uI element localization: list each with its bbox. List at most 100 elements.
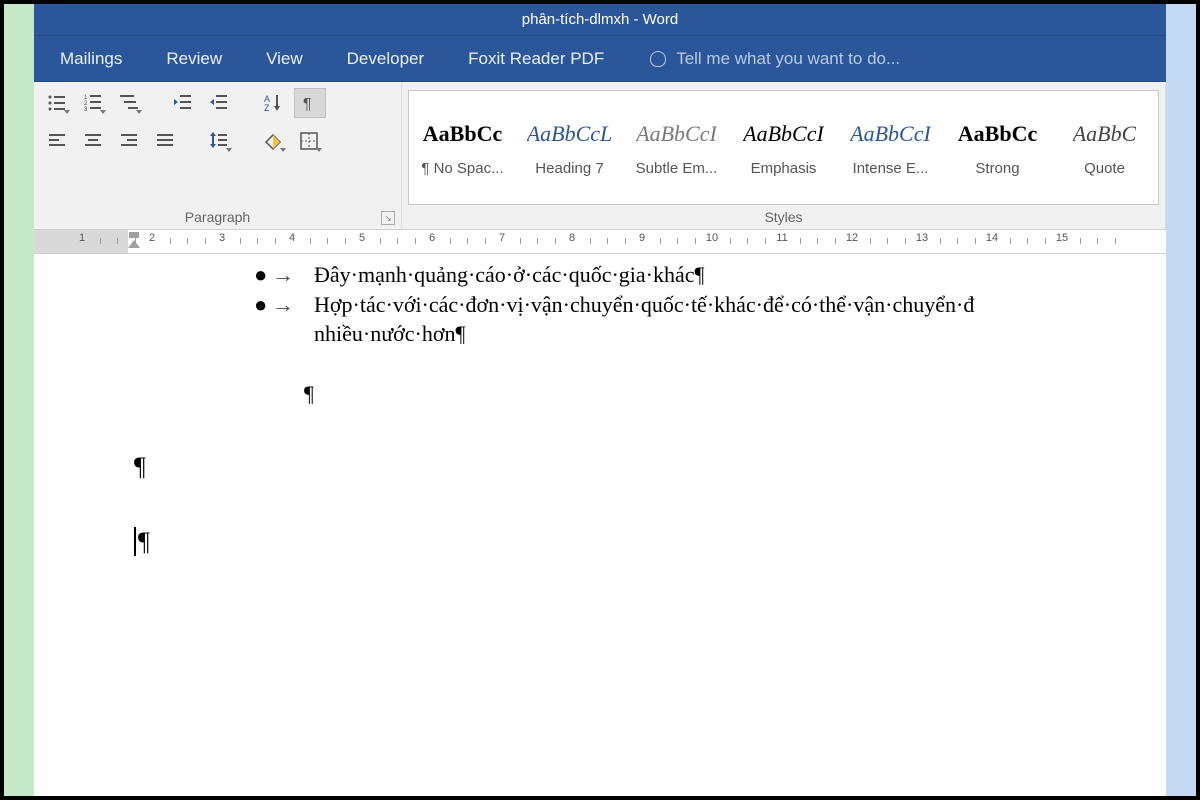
svg-text:3: 3 <box>84 107 88 113</box>
ruler-minor-tick <box>887 238 888 244</box>
tab-arrow-icon: → <box>272 260 294 290</box>
ruler-number: 14 <box>986 232 998 244</box>
multilevel-list-button[interactable] <box>114 88 144 118</box>
style-name: Quote <box>1084 160 1125 177</box>
ruler-minor-tick <box>257 238 258 244</box>
ruler-minor-tick <box>800 238 801 244</box>
ruler-minor-tick <box>450 238 451 244</box>
style-name: Intense E... <box>853 160 929 177</box>
blank-paragraph-1: ¶ <box>304 379 1166 409</box>
tab-mailings[interactable]: Mailings <box>38 36 144 81</box>
ruler-minor-tick <box>1097 238 1098 244</box>
ruler-number: 5 <box>359 232 365 244</box>
ruler-minor-tick <box>170 238 171 244</box>
align-left-button[interactable] <box>42 126 72 156</box>
tab-foxit-reader[interactable]: Foxit Reader PDF <box>446 36 626 81</box>
decrease-indent-button[interactable] <box>168 88 198 118</box>
ribbon-tab-bar: Mailings Review View Developer Foxit Rea… <box>34 36 1166 82</box>
ruler-minor-tick <box>275 238 276 244</box>
bullet-line-1: ● → Đây·mạnh·quảng·cáo·ở·các·quốc·gia·kh… <box>254 260 1166 290</box>
ruler-minor-tick <box>485 238 486 244</box>
line-spacing-button[interactable] <box>204 126 234 156</box>
ruler-minor-tick <box>905 238 906 244</box>
ribbon: 123 AZ <box>34 82 1166 230</box>
style-name: Heading 7 <box>535 160 603 177</box>
show-hide-paragraph-button[interactable]: ¶ <box>294 88 326 118</box>
outer-frame: phân-tích-dlmxh - Word Mailings Review V… <box>0 0 1200 800</box>
increase-indent-button[interactable] <box>204 88 234 118</box>
align-right-button[interactable] <box>114 126 144 156</box>
style-item-strong[interactable]: AaBbCcStrong <box>944 91 1051 204</box>
style-sample: AaBbCcI <box>743 118 824 150</box>
ruler-minor-tick <box>957 238 958 244</box>
ruler-minor-tick <box>117 238 118 244</box>
ruler-number: 10 <box>706 232 718 244</box>
ruler-minor-tick <box>187 238 188 244</box>
ruler-number: 9 <box>639 232 645 244</box>
word-app-window: phân-tích-dlmxh - Word Mailings Review V… <box>34 4 1166 796</box>
ruler-minor-tick <box>345 238 346 244</box>
group-label-styles: Styles <box>402 205 1165 229</box>
ruler-minor-tick <box>817 238 818 244</box>
tab-view[interactable]: View <box>244 36 325 81</box>
horizontal-ruler[interactable]: 123456789101112131415 <box>34 230 1166 254</box>
style-sample: AaBbCcI <box>636 118 717 150</box>
ruler-minor-tick <box>695 238 696 244</box>
style-item--no-spac-[interactable]: AaBbCc¶ No Spac... <box>409 91 516 204</box>
sort-button[interactable]: AZ <box>258 88 288 118</box>
ruler-number: 12 <box>846 232 858 244</box>
tell-me-search[interactable]: Tell me what you want to do... <box>626 49 900 69</box>
style-item-subtle-em-[interactable]: AaBbCcI Subtle Em... <box>623 91 730 204</box>
ruler-minor-tick <box>747 238 748 244</box>
tell-me-placeholder: Tell me what you want to do... <box>676 49 900 69</box>
ruler-minor-tick <box>240 238 241 244</box>
style-item-heading-7[interactable]: AaBbCcLHeading 7 <box>516 91 623 204</box>
bullet-line-2: ● → Hợp·tác·với·các·đơn·vị·vận·chuyển·qu… <box>254 290 1166 320</box>
ruler-minor-tick <box>590 238 591 244</box>
ruler-minor-tick <box>607 238 608 244</box>
hanging-indent-marker[interactable] <box>129 232 139 238</box>
paragraph-dialog-launcher[interactable]: ↘ <box>381 211 395 225</box>
tab-developer[interactable]: Developer <box>325 36 447 81</box>
ruler-minor-tick <box>1115 238 1116 244</box>
styles-gallery[interactable]: AaBbCc¶ No Spac...AaBbCcLHeading 7AaBbCc… <box>408 90 1159 205</box>
tab-review[interactable]: Review <box>144 36 244 81</box>
style-item-quote[interactable]: AaBbCQuote <box>1051 91 1158 204</box>
ruler-minor-tick <box>730 238 731 244</box>
ruler-number: 13 <box>916 232 928 244</box>
ruler-minor-tick <box>415 238 416 244</box>
ruler-minor-tick <box>520 238 521 244</box>
ruler-minor-tick <box>1045 238 1046 244</box>
ruler-minor-tick <box>205 238 206 244</box>
style-name: Subtle Em... <box>636 160 718 177</box>
bullets-button[interactable] <box>42 88 72 118</box>
ruler-number: 11 <box>776 232 787 244</box>
style-sample: AaBbCc <box>423 118 502 150</box>
ruler-number: 4 <box>289 232 295 244</box>
svg-text:Z: Z <box>264 103 270 113</box>
style-item-emphasis[interactable]: AaBbCcIEmphasis <box>730 91 837 204</box>
title-bar: phân-tích-dlmxh - Word <box>34 4 1166 36</box>
bullet-line-2-cont: nhiều·nước·hơn¶ <box>254 319 1166 349</box>
align-center-button[interactable] <box>78 126 108 156</box>
numbering-button[interactable]: 123 <box>78 88 108 118</box>
shading-button[interactable] <box>258 126 288 156</box>
ruler-number: 15 <box>1056 232 1068 244</box>
borders-button[interactable] <box>294 126 324 156</box>
ruler-number: 3 <box>219 232 225 244</box>
ruler-number: 6 <box>429 232 435 244</box>
ruler-minor-tick <box>625 238 626 244</box>
style-item-intense-e-[interactable]: AaBbCcIIntense E... <box>837 91 944 204</box>
ruler-minor-tick <box>1080 238 1081 244</box>
svg-text:¶: ¶ <box>303 96 312 113</box>
ruler-number: 7 <box>499 232 505 244</box>
document-area[interactable]: ● → Đây·mạnh·quảng·cáo·ở·các·quốc·gia·kh… <box>34 254 1166 796</box>
ruler-minor-tick <box>380 238 381 244</box>
ruler-minor-tick <box>940 238 941 244</box>
ruler-minor-tick <box>467 238 468 244</box>
first-line-indent-marker[interactable] <box>128 240 140 248</box>
blank-paragraph-2: ¶ <box>134 449 1166 484</box>
align-justify-button[interactable] <box>150 126 180 156</box>
window-title: phân-tích-dlmxh - Word <box>522 11 678 28</box>
bullet-icon: ● <box>254 260 267 290</box>
